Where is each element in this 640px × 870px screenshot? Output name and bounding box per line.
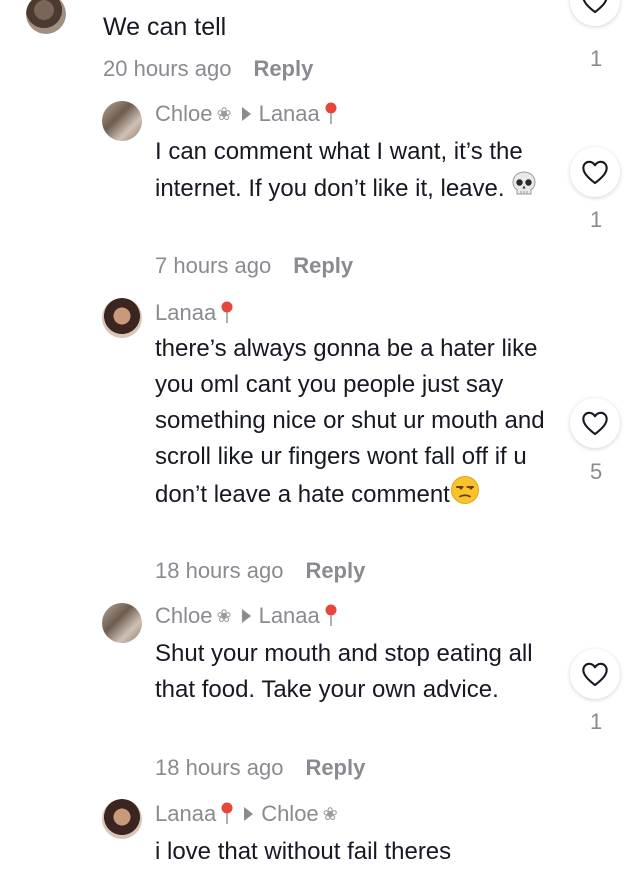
comment-time: 18 hours ago — [155, 755, 284, 780]
comment-text: Shut your mouth and stop eating all that… — [155, 640, 533, 703]
reply-to-name: Chloe — [261, 801, 319, 826]
heart-outline-icon — [582, 411, 608, 436]
flower-icon: ❀ — [322, 803, 338, 824]
reply-to-name: Lanaa — [258, 603, 320, 628]
like-button[interactable] — [570, 649, 620, 699]
reply-arrow-icon — [241, 107, 251, 121]
comment-author[interactable]: Lanaa Chloe ❀ — [155, 801, 338, 827]
like-count: 1 — [590, 709, 603, 734]
reply-button[interactable]: Reply — [305, 755, 365, 780]
heart-outline-icon — [582, 0, 608, 14]
comment-meta: 20 hours ago Reply — [103, 56, 313, 82]
pin-icon — [325, 604, 337, 626]
pin-icon — [221, 802, 233, 824]
like-count: 5 — [590, 459, 603, 484]
comment-time: 20 hours ago — [103, 56, 232, 81]
comment-author[interactable]: Chloe ❀ Lanaa — [155, 603, 338, 629]
author-name: Lanaa — [155, 801, 217, 826]
comment-author[interactable]: Lanaa — [155, 300, 234, 326]
reply-button[interactable]: Reply — [305, 558, 365, 583]
avatar[interactable] — [102, 101, 142, 141]
like-count: 1 — [590, 207, 603, 232]
comment-text: there’s always gonna be a hater like you… — [155, 331, 545, 516]
comment-text: We can tell — [103, 13, 227, 41]
avatar[interactable] — [102, 603, 142, 643]
reply-button[interactable]: Reply — [293, 253, 353, 278]
flower-icon: ❀ — [216, 605, 232, 626]
reply-button[interactable]: Reply — [253, 56, 313, 81]
unamused-face-emoji — [450, 475, 480, 516]
comment-meta: 18 hours ago Reply — [155, 755, 365, 781]
skull-emoji — [511, 170, 537, 209]
reply-arrow-icon — [241, 609, 251, 623]
comment-text: I can comment what I want, it’s the inte… — [155, 134, 545, 209]
heart-outline-icon — [582, 662, 608, 687]
comment-time: 18 hours ago — [155, 558, 284, 583]
comment-meta: 18 hours ago Reply — [155, 558, 365, 584]
comment-meta: 7 hours ago Reply — [155, 253, 353, 279]
like-button[interactable] — [570, 147, 620, 197]
avatar[interactable] — [26, 0, 66, 34]
reply-to-name: Lanaa — [258, 101, 320, 126]
avatar[interactable] — [102, 799, 142, 839]
avatar[interactable] — [102, 298, 142, 338]
pin-icon — [325, 102, 337, 124]
flower-icon: ❀ — [216, 103, 232, 124]
comment-time: 7 hours ago — [155, 253, 272, 278]
reply-arrow-icon — [244, 807, 254, 821]
author-name: Chloe — [155, 603, 213, 628]
like-button[interactable] — [570, 398, 620, 448]
comment-text: i love that without fail theres — [155, 838, 452, 865]
pin-icon — [221, 301, 233, 323]
comment-text-body: there’s always gonna be a hater like you… — [155, 335, 545, 508]
like-button[interactable] — [570, 0, 620, 26]
comment-text-body: I can comment what I want, it’s the inte… — [155, 138, 523, 202]
like-count: 1 — [590, 46, 603, 71]
comment-author[interactable]: Chloe ❀ Lanaa — [155, 101, 338, 127]
author-name: Chloe — [155, 101, 213, 126]
author-name: Lanaa — [155, 300, 217, 325]
heart-outline-icon — [582, 160, 608, 185]
